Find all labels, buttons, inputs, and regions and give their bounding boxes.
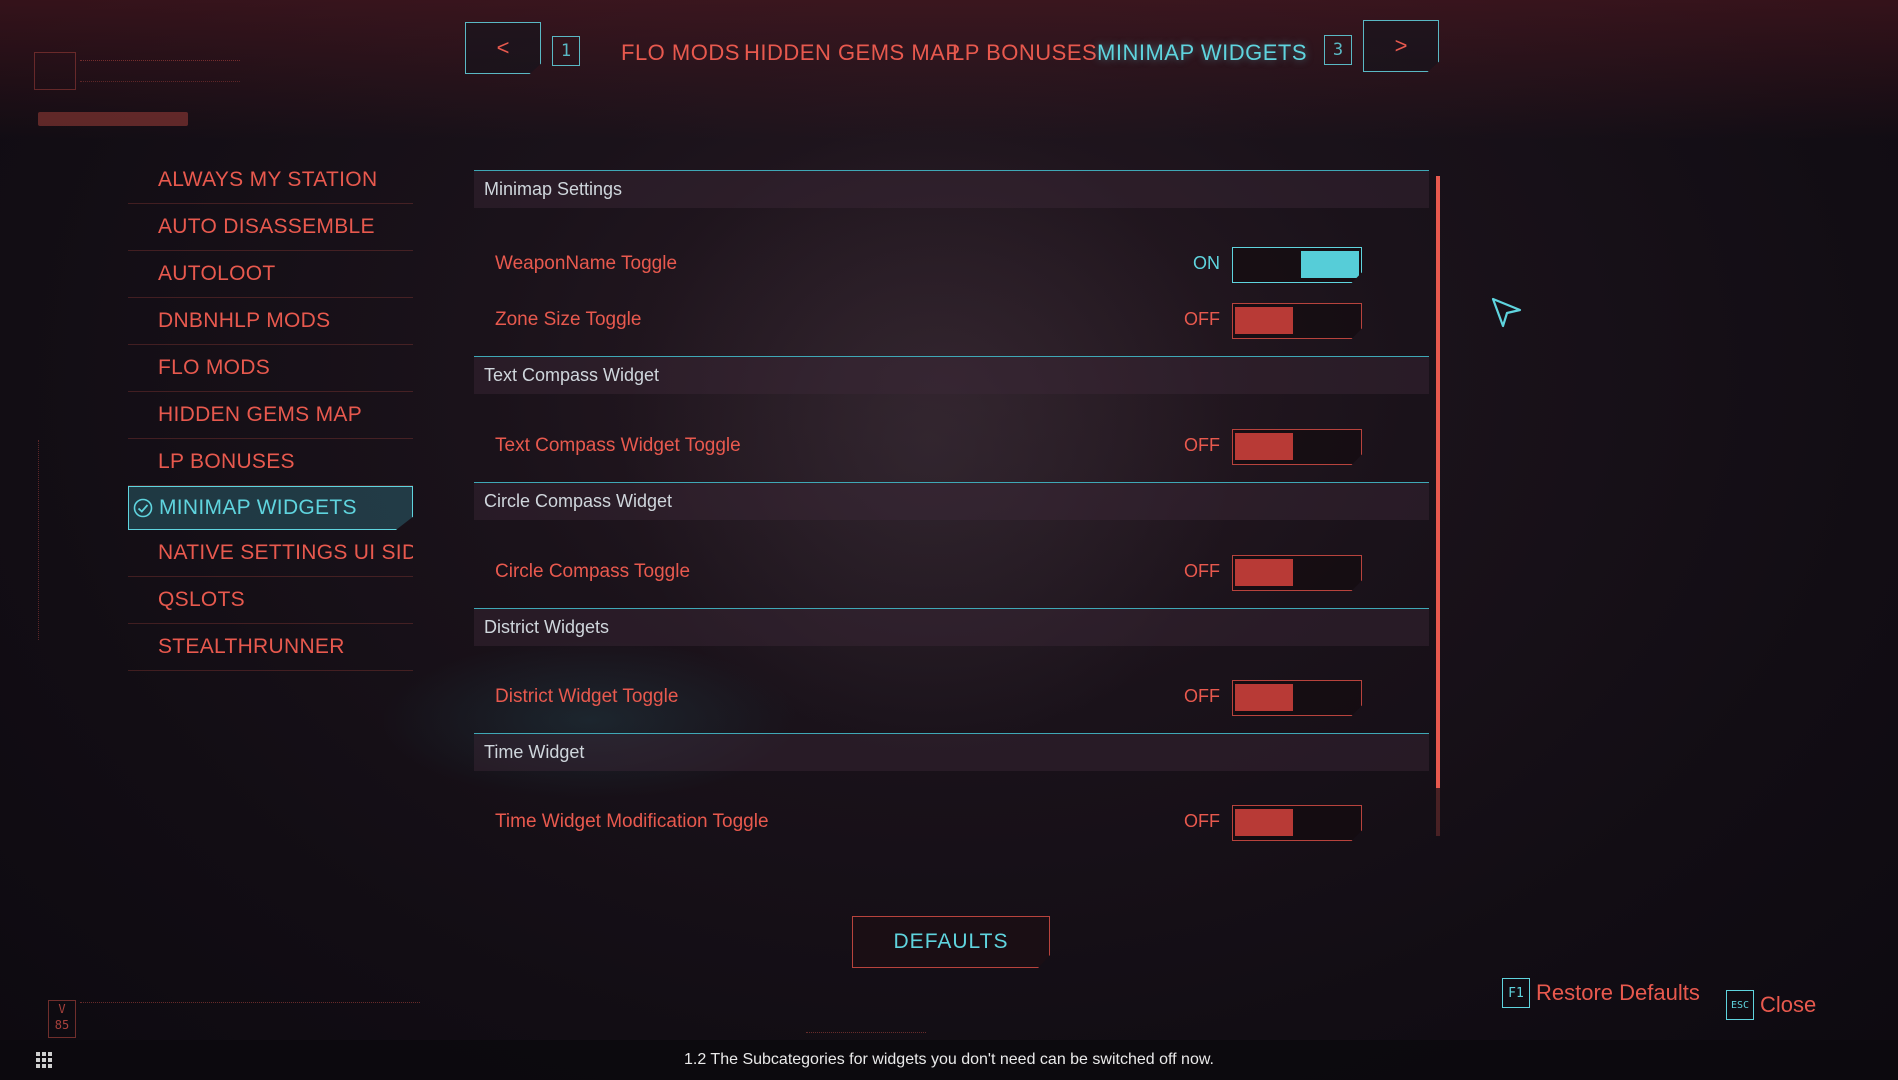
setting-state: OFF	[1184, 686, 1220, 706]
next-page-number: 3	[1324, 35, 1352, 65]
text-compass-toggle[interactable]	[1232, 429, 1362, 465]
setting-state: ON	[1193, 253, 1220, 273]
settings-scrollbar[interactable]	[1436, 176, 1440, 788]
setting-row-zone-size: Zone Size Toggle OFF	[474, 292, 1429, 348]
sidebar-item-hidden-gems-map[interactable]: HIDDEN GEMS MAP	[128, 392, 413, 439]
mod-sidebar: ALWAYS MY STATION AUTO DISASSEMBLE AUTOL…	[128, 157, 413, 671]
restore-defaults-label: Restore Defaults	[1536, 980, 1700, 1005]
esc-key-icon: ESC	[1726, 990, 1754, 1020]
zone-size-toggle[interactable]	[1232, 303, 1362, 339]
caption-text: 1.2 The Subcategories for widgets you do…	[684, 1051, 1214, 1068]
toggle-knob	[1235, 433, 1293, 460]
sidebar-item-native-settings-ui[interactable]: NATIVE SETTINGS UI SIDE M	[128, 530, 413, 577]
toggle-knob	[1301, 251, 1359, 278]
tab-hidden-gems-map[interactable]: HIDDEN GEMS MAP	[744, 40, 961, 66]
tab-minimap-widgets[interactable]: MINIMAP WIDGETS	[1097, 40, 1307, 66]
setting-row-text-compass: Text Compass Widget Toggle OFF	[474, 418, 1429, 474]
setting-row-district-widget: District Widget Toggle OFF	[474, 669, 1429, 725]
grid-menu-icon[interactable]	[36, 1052, 52, 1068]
hud-version-badge: V 85	[48, 1000, 76, 1038]
hud-logo-icon	[34, 52, 76, 90]
time-widget-toggle[interactable]	[1232, 805, 1362, 841]
setting-row-weaponname: WeaponName Toggle ON	[474, 236, 1429, 292]
hud-decoration	[80, 60, 240, 82]
setting-state: OFF	[1184, 561, 1220, 581]
scrollbar-track	[1436, 788, 1440, 836]
circle-compass-toggle[interactable]	[1232, 555, 1362, 591]
close-hint[interactable]: ESC Close	[1726, 990, 1816, 1020]
setting-label: WeaponName Toggle	[495, 253, 678, 274]
tab-flo-mods[interactable]: FLO MODS	[621, 40, 740, 66]
defaults-button[interactable]: DEFAULTS	[852, 916, 1050, 968]
f1-key-icon: F1	[1502, 978, 1530, 1008]
close-label: Close	[1760, 992, 1817, 1017]
prev-page-button[interactable]: <	[465, 22, 541, 74]
hud-side-decoration	[38, 440, 45, 640]
sidebar-item-stealthrunner[interactable]: STEALTHRUNNER	[128, 624, 413, 671]
setting-row-circle-compass: Circle Compass Toggle OFF	[474, 544, 1429, 600]
sidebar-item-label: ALWAYS MY STATION	[158, 168, 378, 191]
section-header-time-widget: Time Widget	[474, 733, 1429, 771]
sidebar-item-label: FLO MODS	[158, 356, 271, 379]
district-widget-toggle[interactable]	[1232, 680, 1362, 716]
sidebar-item-label: STEALTHRUNNER	[158, 635, 345, 658]
sidebar-item-label: AUTO DISASSEMBLE	[158, 215, 375, 238]
setting-label: Text Compass Widget Toggle	[495, 435, 741, 456]
settings-panel: Minimap Settings WeaponName Toggle ON Zo…	[474, 170, 1429, 841]
sidebar-item-label: QSLOTS	[158, 588, 245, 611]
section-header-minimap-settings: Minimap Settings	[474, 170, 1429, 208]
sidebar-item-label: LP BONUSES	[158, 450, 295, 473]
toggle-knob	[1235, 559, 1293, 586]
sidebar-item-minimap-widgets[interactable]: MINIMAP WIDGETS	[128, 486, 413, 530]
section-header-text-compass: Text Compass Widget	[474, 356, 1429, 394]
hud-bottom-decoration	[80, 1002, 420, 1013]
restore-defaults-hint[interactable]: F1 Restore Defaults	[1502, 978, 1700, 1008]
sidebar-item-auto-disassemble[interactable]: AUTO DISASSEMBLE	[128, 204, 413, 251]
setting-label: Zone Size Toggle	[495, 309, 642, 330]
weaponname-toggle[interactable]	[1232, 247, 1362, 283]
section-header-district-widgets: District Widgets	[474, 608, 1429, 646]
tab-lp-bonuses[interactable]: LP BONUSES	[952, 40, 1097, 66]
toggle-knob	[1235, 307, 1293, 334]
sidebar-item-autoloot[interactable]: AUTOLOOT	[128, 251, 413, 298]
sidebar-item-flo-mods[interactable]: FLO MODS	[128, 345, 413, 392]
setting-state: OFF	[1184, 435, 1220, 455]
sidebar-item-label: NATIVE SETTINGS UI SIDE M	[158, 541, 413, 564]
sidebar-item-qslots[interactable]: QSLOTS	[128, 577, 413, 624]
hud-bottom-center-decoration	[806, 1032, 926, 1039]
setting-row-time-widget: Time Widget Modification Toggle OFF	[474, 794, 1429, 850]
sidebar-item-label: HIDDEN GEMS MAP	[158, 403, 363, 426]
mouse-cursor-icon	[1491, 297, 1522, 328]
setting-state: OFF	[1184, 811, 1220, 831]
sidebar-item-dnbnhlp-mods[interactable]: DNBNHLP MODS	[128, 298, 413, 345]
setting-state: OFF	[1184, 309, 1220, 329]
sidebar-item-label: MINIMAP WIDGETS	[159, 496, 357, 519]
top-glow-band	[0, 0, 1898, 140]
setting-label: Time Widget Modification Toggle	[495, 811, 769, 832]
sidebar-item-always-my-station[interactable]: ALWAYS MY STATION	[128, 157, 413, 204]
next-page-button[interactable]: >	[1363, 20, 1439, 72]
hud-bar	[38, 112, 188, 126]
sidebar-item-label: AUTOLOOT	[158, 262, 276, 285]
sidebar-item-lp-bonuses[interactable]: LP BONUSES	[128, 439, 413, 486]
setting-label: Circle Compass Toggle	[495, 561, 691, 582]
check-circle-icon	[133, 498, 153, 518]
setting-label: District Widget Toggle	[495, 686, 679, 707]
prev-page-number: 1	[552, 36, 580, 66]
caption-bar: 1.2 The Subcategories for widgets you do…	[0, 1040, 1898, 1080]
section-header-circle-compass: Circle Compass Widget	[474, 482, 1429, 520]
toggle-knob	[1235, 684, 1293, 711]
toggle-knob	[1235, 809, 1293, 836]
sidebar-item-label: DNBNHLP MODS	[158, 309, 331, 332]
